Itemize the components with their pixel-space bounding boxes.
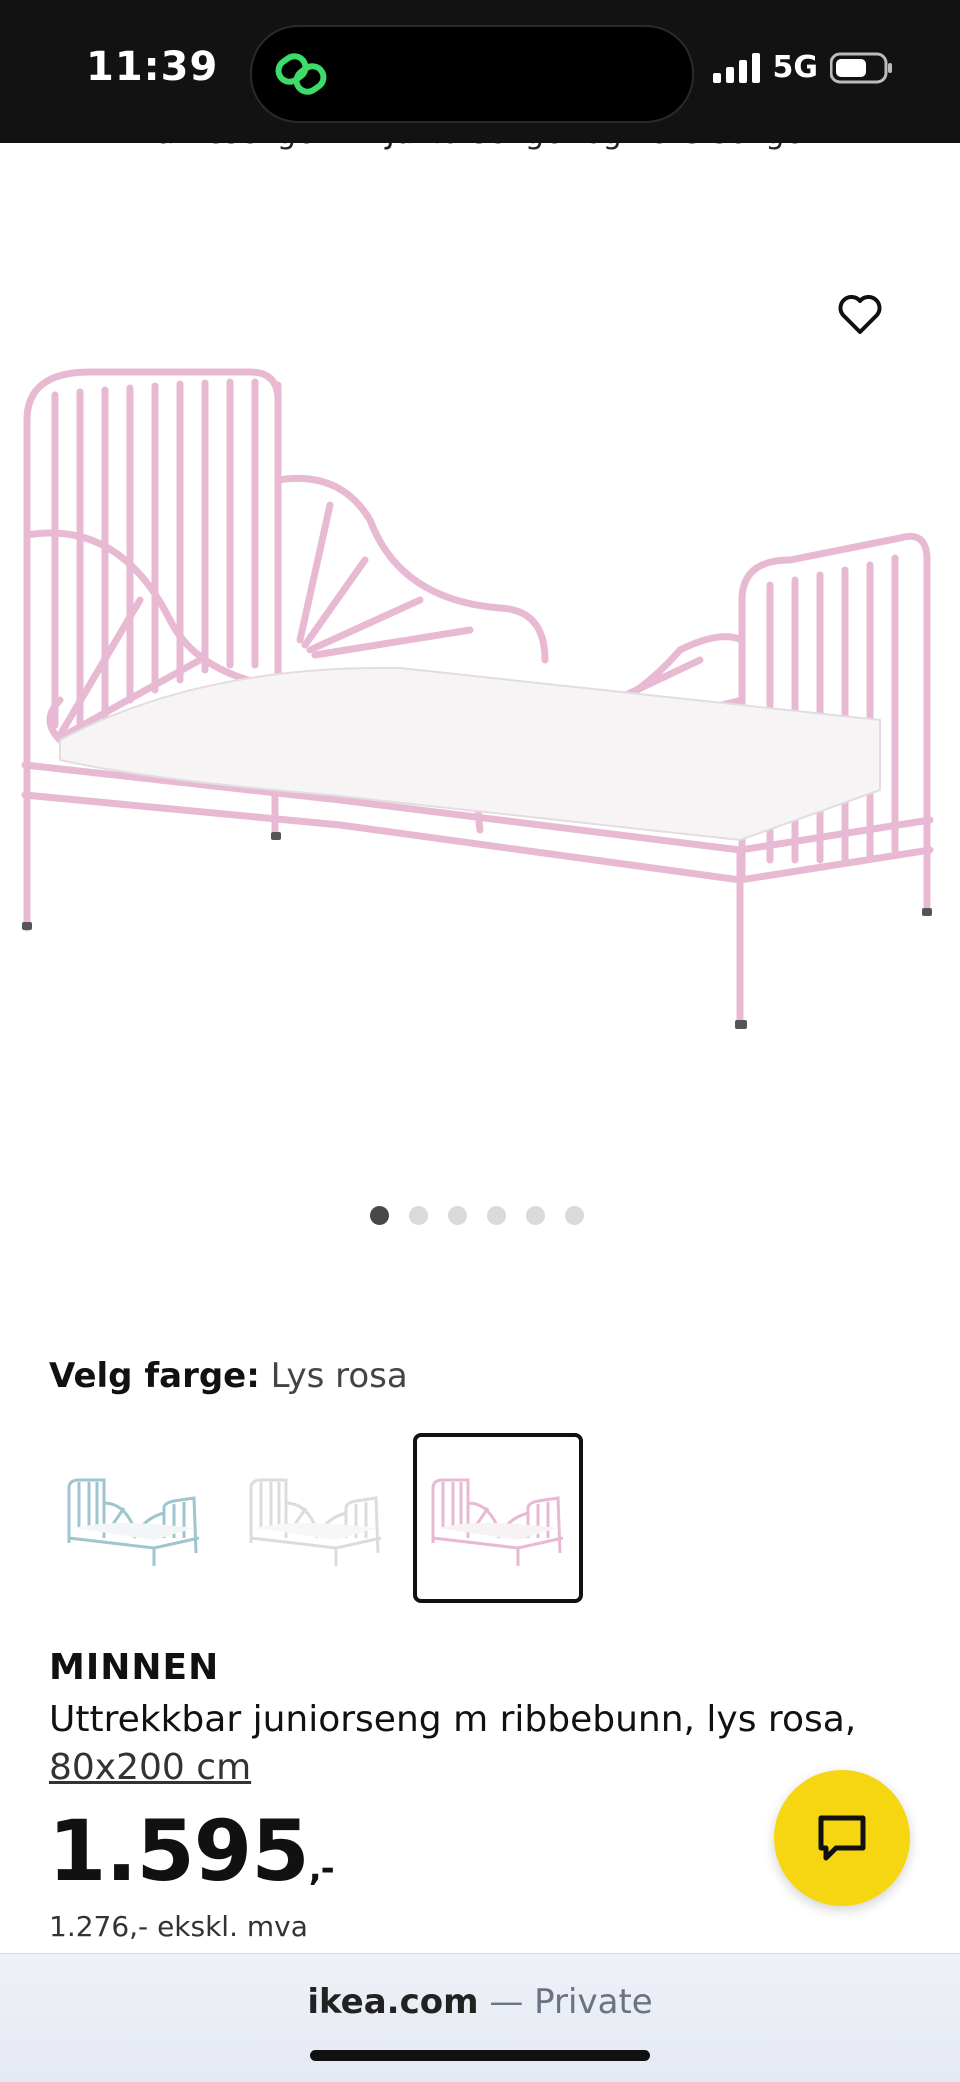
- gallery-dot[interactable]: [370, 1206, 389, 1225]
- status-indicators: 5G: [712, 50, 895, 85]
- product-description: Uttrekkbar juniorseng m ribbebunn, lys r…: [49, 1696, 889, 1792]
- heart-icon: [838, 295, 882, 334]
- price-suffix: ,-: [308, 1849, 335, 1889]
- color-heading: Velg farge: Lys rosa: [49, 1356, 408, 1396]
- browser-url-bar[interactable]: ikea.com — Private: [0, 1953, 960, 2082]
- chat-button[interactable]: [774, 1770, 910, 1906]
- product-price: 1.595,-: [48, 1802, 335, 1900]
- price-excl-vat: 1.276,- ekskl. mva: [49, 1910, 308, 1943]
- url-domain: ikea.com: [307, 1982, 479, 2022]
- color-label: Velg farge:: [49, 1356, 260, 1396]
- color-swatches: [49, 1433, 583, 1603]
- product-size-link[interactable]: 80x200 cm: [49, 1747, 251, 1788]
- gallery-dot[interactable]: [565, 1206, 584, 1225]
- link-app-icon: [272, 44, 332, 108]
- signal-icon: [712, 52, 760, 83]
- gallery-dot[interactable]: [448, 1206, 467, 1225]
- favorite-button[interactable]: [835, 290, 885, 338]
- status-bar: 11:39 5G: [0, 0, 960, 143]
- color-selected-value: Lys rosa: [270, 1356, 408, 1396]
- url-display[interactable]: ikea.com — Private: [0, 1982, 960, 2022]
- gallery-dot[interactable]: [487, 1206, 506, 1225]
- swatch-hvit[interactable]: [231, 1433, 401, 1603]
- product-name: MINNEN: [49, 1647, 220, 1688]
- bed-thumbnail: [67, 1478, 200, 1566]
- gallery-pagination: [370, 1206, 584, 1225]
- battery-icon: [830, 52, 892, 83]
- gallery-dot[interactable]: [526, 1206, 545, 1225]
- home-indicator[interactable]: [310, 2050, 650, 2061]
- network-label: 5G: [772, 50, 819, 85]
- bed-thumbnail: [431, 1478, 564, 1566]
- product-description-text: Uttrekkbar juniorseng m ribbebunn, lys r…: [49, 1699, 857, 1740]
- chat-icon: [818, 1815, 866, 1861]
- dynamic-island: [250, 25, 694, 123]
- price-value: 1.595: [48, 1802, 310, 1900]
- gallery-dot[interactable]: [409, 1206, 428, 1225]
- browsing-mode: — Private: [489, 1982, 653, 2022]
- status-time: 11:39: [86, 44, 219, 90]
- swatch-lys-rosa[interactable]: [413, 1433, 583, 1603]
- swatch-lys-turkis[interactable]: [49, 1433, 219, 1603]
- bed-image: [21, 368, 934, 1029]
- bed-thumbnail: [249, 1478, 382, 1566]
- product-image[interactable]: [0, 170, 960, 1070]
